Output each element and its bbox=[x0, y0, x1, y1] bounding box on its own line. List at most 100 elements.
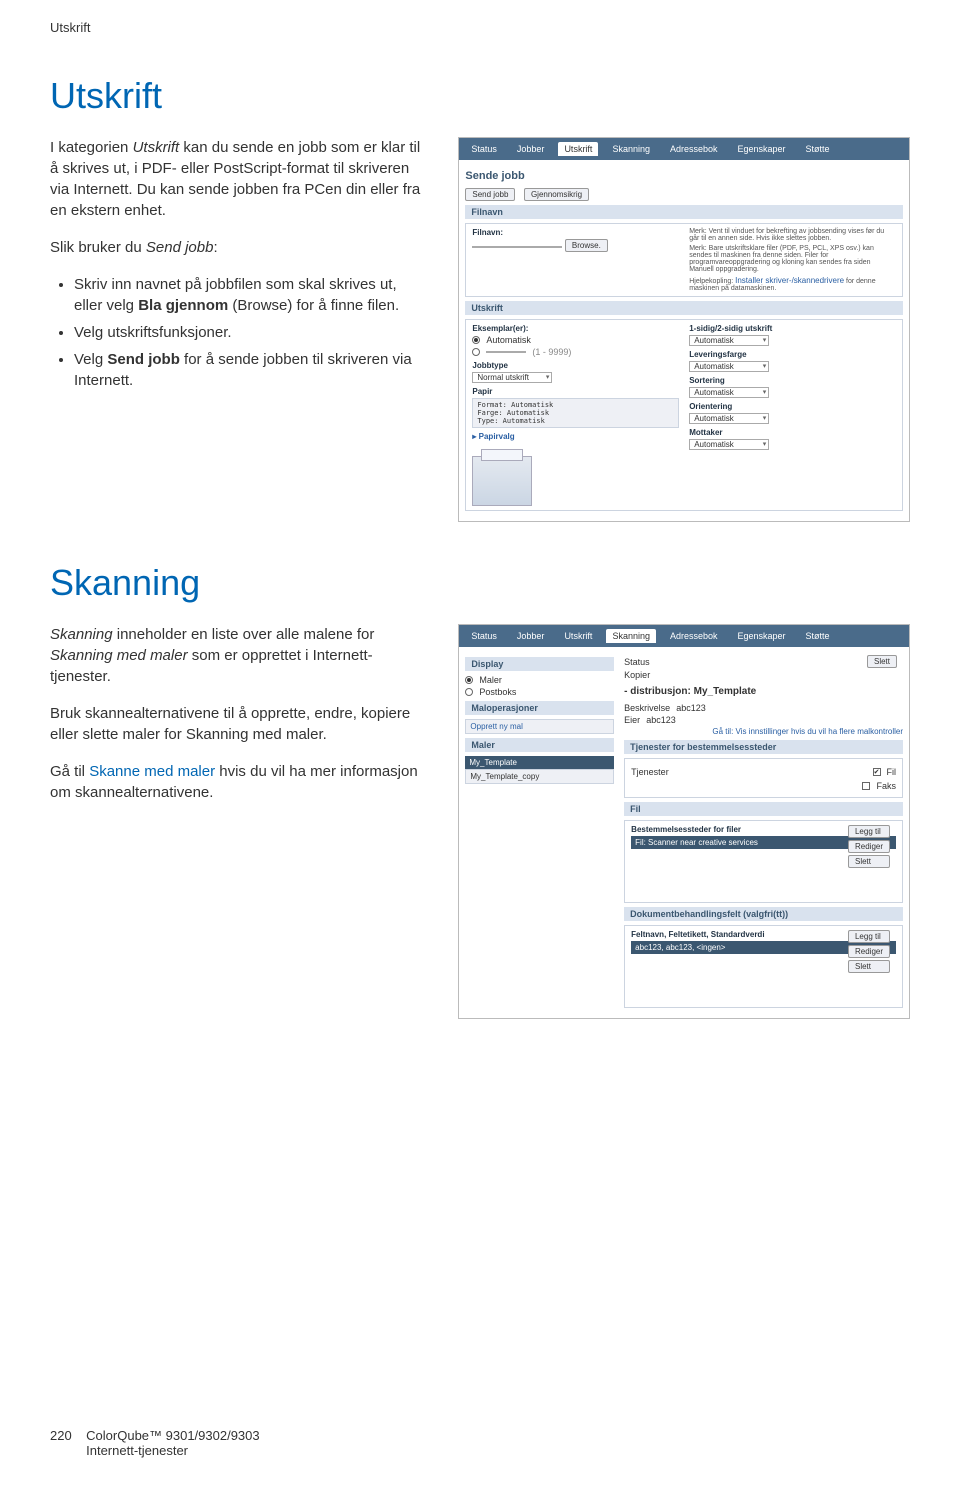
note2: Merk: Bare utskriftsklare filer (PDF, PS… bbox=[689, 245, 896, 273]
filnavn-section: Filnavn bbox=[465, 205, 903, 219]
s1p2a: Slik bruker du bbox=[50, 239, 146, 256]
controller-link[interactable]: Gå til: Vis innstillinger hvis du vil ha… bbox=[624, 727, 903, 736]
filnavn-input[interactable] bbox=[472, 246, 562, 248]
dist-label: - distribusjon: My_Template bbox=[624, 686, 903, 697]
beskriv-val: abc123 bbox=[676, 703, 706, 713]
mal-row-2[interactable]: My_Template_copy bbox=[465, 769, 614, 784]
s1p1a: I kategorien bbox=[50, 139, 133, 156]
page-number: 220 bbox=[50, 1428, 72, 1443]
tab2-jobber[interactable]: Jobber bbox=[511, 629, 551, 643]
auto-label: Automatisk bbox=[486, 335, 531, 345]
sende-jobb-title: Sende jobb bbox=[465, 170, 903, 182]
tab-jobber[interactable]: Jobber bbox=[511, 142, 551, 156]
utskrift-section: Utskrift bbox=[465, 301, 903, 315]
breadcrumb: Utskrift bbox=[50, 20, 910, 35]
rediger-btn-2[interactable]: Rediger bbox=[848, 945, 890, 958]
status-lbl: Status bbox=[624, 657, 650, 667]
tabbar1: Status Jobber Utskrift Skanning Adresseb… bbox=[459, 138, 909, 160]
postboks-radio[interactable] bbox=[465, 688, 473, 696]
tab-status[interactable]: Status bbox=[465, 142, 503, 156]
jobbtype-label: Jobbtype bbox=[472, 361, 679, 370]
mottaker-select[interactable]: Automatisk bbox=[689, 439, 769, 450]
tab-adressebok[interactable]: Adressebok bbox=[664, 142, 724, 156]
utskrift-text: I kategorien Utskrift kan du sende en jo… bbox=[50, 137, 428, 522]
s2p3a: Gå til bbox=[50, 763, 89, 780]
tab-stotte[interactable]: Støtte bbox=[800, 142, 836, 156]
utskrift-screenshot: Status Jobber Utskrift Skanning Adresseb… bbox=[458, 137, 910, 522]
note3a: Hjelpekopling: bbox=[689, 278, 735, 285]
mottaker-label: Mottaker bbox=[689, 428, 896, 437]
faks-checkbox[interactable] bbox=[862, 782, 870, 790]
filnavn-label: Filnavn: bbox=[472, 228, 679, 237]
papir-box: Format: Automatisk Farge: Automatisk Typ… bbox=[472, 398, 679, 428]
leggtil-btn-1[interactable]: Legg til bbox=[848, 825, 890, 838]
slett-btn-1[interactable]: Slett bbox=[848, 855, 890, 868]
tab-skanning[interactable]: Skanning bbox=[606, 142, 656, 156]
levfarge-select[interactable]: Automatisk bbox=[689, 361, 769, 372]
mal-row-1[interactable]: My_Template bbox=[465, 756, 614, 769]
tab-utskrift[interactable]: Utskrift bbox=[558, 142, 598, 156]
dok-section: Dokumentbehandlingsfelt (valgfri(tt)) bbox=[624, 907, 903, 921]
overview-btn[interactable]: Gjennomsikrig bbox=[524, 188, 589, 201]
install-drivers-link[interactable]: Installer skriver-/skannedrivere bbox=[735, 276, 844, 285]
tab-egenskaper[interactable]: Egenskaper bbox=[732, 142, 792, 156]
tab2-utskrift[interactable]: Utskrift bbox=[558, 629, 598, 643]
skanne-med-maler-link[interactable]: Skanne med maler bbox=[89, 763, 215, 780]
printer-icon bbox=[472, 456, 532, 506]
papirvalg-text: Papirvalg bbox=[479, 432, 515, 441]
slett-btn-top[interactable]: Slett bbox=[867, 655, 897, 668]
bullet2: Velg utskriftsfunksjoner. bbox=[74, 322, 428, 343]
sortering-label: Sortering bbox=[689, 376, 896, 385]
fil-checkbox[interactable] bbox=[873, 768, 881, 776]
send-jobb-btn[interactable]: Send jobb bbox=[465, 188, 515, 201]
product-name: ColorQube™ 9301/9302/9303 bbox=[86, 1428, 259, 1443]
orientering-select[interactable]: Automatisk bbox=[689, 413, 769, 424]
sortering-select[interactable]: Automatisk bbox=[689, 387, 769, 398]
b1c: (Browse) for å finne filen. bbox=[228, 297, 399, 314]
eksemplarer-label: Eksemplar(er): bbox=[472, 324, 679, 333]
tab2-adressebok[interactable]: Adressebok bbox=[664, 629, 724, 643]
s2p1d: Skanning med maler bbox=[50, 647, 188, 664]
display-section: Display bbox=[465, 657, 614, 671]
auto-radio[interactable] bbox=[472, 336, 480, 344]
maler-section: Maler bbox=[465, 738, 614, 752]
footer-subtitle: Internett-tjenester bbox=[86, 1443, 188, 1458]
jobbtype-select[interactable]: Normal utskrift bbox=[472, 372, 552, 383]
note1: Merk: Vent til vinduet for bekrefting av… bbox=[689, 228, 896, 242]
fil-section: Fil bbox=[624, 802, 903, 816]
count-input[interactable] bbox=[486, 351, 526, 353]
tjenester-section: Tjenester for bestemmelsessteder bbox=[624, 740, 903, 754]
eier-val: abc123 bbox=[646, 715, 676, 725]
leggtil-btn-2[interactable]: Legg til bbox=[848, 930, 890, 943]
s1p1b: Utskrift bbox=[133, 139, 180, 156]
s1p2b: Send jobb bbox=[146, 239, 214, 256]
tab2-skanning[interactable]: Skanning bbox=[606, 629, 656, 643]
b1b: Bla gjennom bbox=[138, 297, 228, 314]
tab2-stotte[interactable]: Støtte bbox=[800, 629, 836, 643]
s2p1c: inneholder en liste over alle malene for bbox=[113, 626, 375, 643]
tab2-egenskaper[interactable]: Egenskaper bbox=[732, 629, 792, 643]
beskriv-lbl: Beskrivelse bbox=[624, 703, 670, 713]
kopier-lbl: Kopier bbox=[624, 670, 650, 680]
browse-btn[interactable]: Browse. bbox=[565, 239, 608, 252]
skanning-text: Skanning inneholder en liste over alle m… bbox=[50, 624, 428, 1019]
sidig-select[interactable]: Automatisk bbox=[689, 335, 769, 346]
orientering-label: Orientering bbox=[689, 402, 896, 411]
postboks-opt: Postboks bbox=[479, 687, 516, 697]
opprett-ny-mal-link[interactable]: Opprett ny mal bbox=[465, 719, 614, 734]
fil-lbl: Fil bbox=[887, 767, 897, 777]
s2p2: Bruk skannealternativene til å opprette,… bbox=[50, 703, 428, 745]
range: (1 - 9999) bbox=[532, 347, 571, 357]
utskrift-heading: Utskrift bbox=[50, 75, 910, 117]
malops-section: Maloperasjoner bbox=[465, 701, 614, 715]
papirvalg-link[interactable]: ▸ Papirvalg bbox=[472, 432, 679, 441]
b3b: Send jobb bbox=[107, 351, 180, 368]
sidig-label: 1-sidig/2-sidig utskrift bbox=[689, 324, 896, 333]
maler-radio[interactable] bbox=[465, 676, 473, 684]
count-radio[interactable] bbox=[472, 348, 480, 356]
tab2-status[interactable]: Status bbox=[465, 629, 503, 643]
eier-lbl: Eier bbox=[624, 715, 640, 725]
slett-btn-2[interactable]: Slett bbox=[848, 960, 890, 973]
rediger-btn-1[interactable]: Rediger bbox=[848, 840, 890, 853]
s1p2c: : bbox=[213, 239, 217, 256]
